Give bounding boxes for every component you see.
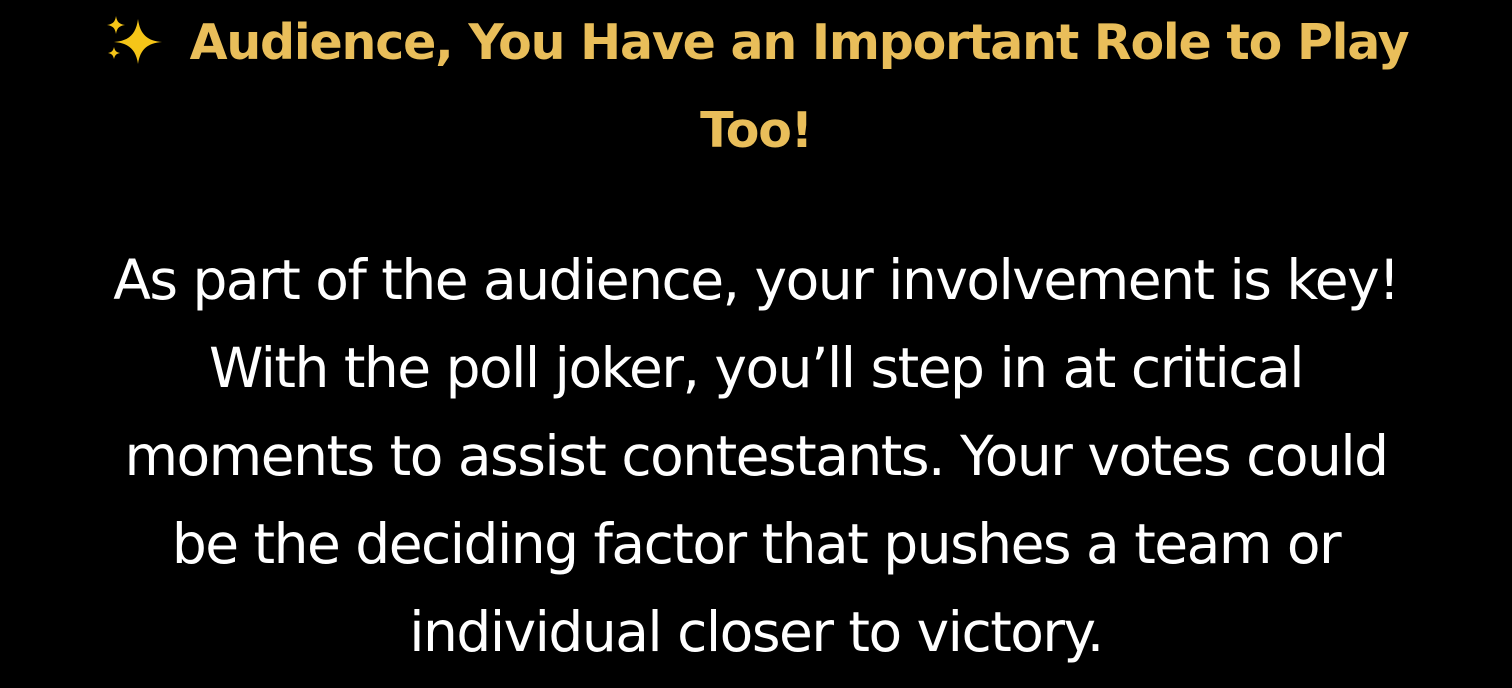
heading-line-1: Audience, You Have an Important Role to … bbox=[189, 14, 1410, 71]
audience-role-section: Audience, You Have an Important Role to … bbox=[0, 0, 1512, 688]
body-paragraph: As part of the audience, your involvemen… bbox=[10, 236, 1502, 676]
body-line: be the deciding factor that pushes a tea… bbox=[171, 512, 1342, 576]
heading-line-2: Too! bbox=[700, 102, 813, 159]
body-line: With the poll joker, you’ll step in at c… bbox=[208, 336, 1305, 400]
sparkles-icon bbox=[104, 15, 168, 65]
body-line: As part of the audience, your involvemen… bbox=[113, 248, 1400, 312]
section-heading: Audience, You Have an Important Role to … bbox=[20, 0, 1492, 175]
body-line: individual closer to victory. bbox=[409, 600, 1104, 664]
body-line: moments to assist contestants. Your vote… bbox=[124, 424, 1389, 488]
